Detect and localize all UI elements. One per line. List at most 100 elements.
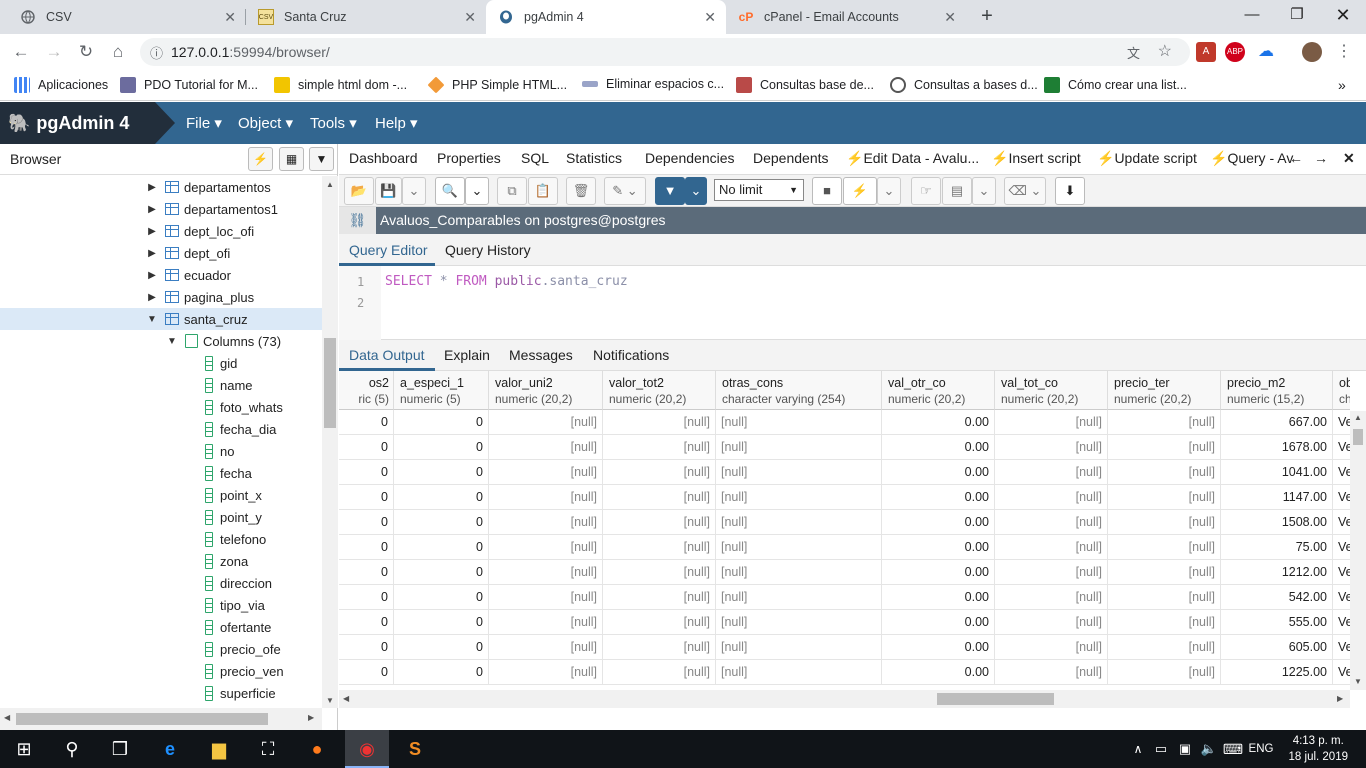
tree-node-column[interactable]: ofertante: [205, 616, 271, 638]
tree-vertical-scrollbar[interactable]: ▲ ▼: [322, 176, 338, 708]
table-cell[interactable]: [null]: [716, 535, 882, 560]
avatar[interactable]: [1302, 42, 1322, 62]
table-cell[interactable]: [null]: [603, 535, 716, 560]
table-cell[interactable]: [null]: [716, 435, 882, 460]
table-cell[interactable]: [null]: [1108, 485, 1221, 510]
close-tab-icon[interactable]: ✕: [224, 9, 236, 26]
menu-object[interactable]: Object ▾: [238, 114, 293, 132]
forward-button[interactable]: →: [43, 41, 65, 63]
query-tool-button[interactable]: ⚡: [248, 147, 273, 171]
table-cell[interactable]: Ve: [1333, 435, 1350, 460]
table-cell[interactable]: 0.00: [882, 585, 995, 610]
table-cell[interactable]: [null]: [603, 510, 716, 535]
tree-node-column[interactable]: precio_ven: [205, 660, 284, 682]
tree-node-column[interactable]: foto_whats: [205, 396, 283, 418]
tree-node-column[interactable]: fecha_dia: [205, 418, 276, 440]
tab-data-output[interactable]: Data Output: [349, 347, 425, 363]
table-cell[interactable]: 0: [394, 460, 489, 485]
close-window-button[interactable]: ✕: [1320, 0, 1366, 32]
table-cell[interactable]: [null]: [716, 510, 882, 535]
table-cell[interactable]: 0: [339, 460, 394, 485]
find-dropdown-button[interactable]: ⌄: [465, 177, 489, 205]
menu-tools[interactable]: Tools ▾: [310, 114, 357, 132]
table-cell[interactable]: Ve: [1333, 585, 1350, 610]
tree-node-column[interactable]: no: [205, 440, 234, 462]
table-cell[interactable]: 1508.00: [1221, 510, 1333, 535]
table-cell[interactable]: 0.00: [882, 485, 995, 510]
table-cell[interactable]: [null]: [716, 610, 882, 635]
table-cell[interactable]: 542.00: [1221, 585, 1333, 610]
table-cell[interactable]: [null]: [716, 660, 882, 685]
table-cell[interactable]: [null]: [995, 435, 1108, 460]
translate-icon[interactable]: 文: [1127, 43, 1140, 62]
bookmark-como-crear[interactable]: Cómo crear una list...: [1044, 77, 1187, 93]
table-cell[interactable]: [null]: [1108, 435, 1221, 460]
tree-node-column[interactable]: direccion: [205, 572, 272, 594]
table-cell[interactable]: [null]: [489, 460, 603, 485]
scroll-thumb[interactable]: [324, 338, 336, 428]
scroll-thumb[interactable]: [16, 713, 268, 725]
bookmark-simple-html-dom[interactable]: simple html dom -...: [274, 77, 407, 93]
table-cell[interactable]: [null]: [995, 560, 1108, 585]
close-tab-icon[interactable]: ✕: [704, 9, 716, 26]
keyboard-icon[interactable]: ⌨: [1219, 735, 1247, 763]
tab-dependencies[interactable]: Dependencies: [645, 150, 735, 166]
table-cell[interactable]: 75.00: [1221, 535, 1333, 560]
bookmark-star-icon[interactable]: ☆: [1158, 41, 1172, 61]
explain-analyze-button[interactable]: ▤: [942, 177, 972, 205]
table-cell[interactable]: 1225.00: [1221, 660, 1333, 685]
windows-start-icon[interactable]: ⊞: [10, 735, 38, 763]
table-cell[interactable]: 0: [339, 435, 394, 460]
save-dropdown-button[interactable]: ⌄: [402, 177, 426, 205]
table-cell[interactable]: [null]: [995, 610, 1108, 635]
table-cell[interactable]: [null]: [1108, 635, 1221, 660]
table-cell[interactable]: [null]: [603, 560, 716, 585]
browser-tab-csv[interactable]: CSV ✕: [8, 0, 246, 34]
edit-button[interactable]: ✎ ⌄: [604, 177, 646, 205]
chrome-icon[interactable]: ◉: [345, 730, 389, 768]
table-cell[interactable]: 0: [394, 410, 489, 435]
table-cell[interactable]: [null]: [716, 485, 882, 510]
table-cell[interactable]: [null]: [603, 460, 716, 485]
table-cell[interactable]: [null]: [603, 610, 716, 635]
table-cell[interactable]: 0: [394, 585, 489, 610]
tab-query[interactable]: ⚡Query - Av: [1210, 150, 1293, 167]
table-cell[interactable]: [null]: [489, 610, 603, 635]
table-cell[interactable]: [null]: [1108, 610, 1221, 635]
table-cell[interactable]: 0.00: [882, 635, 995, 660]
scroll-thumb[interactable]: [937, 693, 1054, 705]
explain-dropdown-button[interactable]: ⌄: [972, 177, 996, 205]
tree-node-columns[interactable]: ▼ Columns (73): [165, 330, 281, 352]
save-button[interactable]: 💾: [375, 177, 402, 205]
table-cell[interactable]: [null]: [489, 585, 603, 610]
task-view-icon[interactable]: ❒: [106, 735, 134, 763]
table-cell[interactable]: Ve: [1333, 510, 1350, 535]
table-cell[interactable]: [null]: [1108, 460, 1221, 485]
edge-browser-icon[interactable]: e: [156, 735, 184, 763]
tab-notifications[interactable]: Notifications: [593, 347, 669, 363]
table-cell[interactable]: 0.00: [882, 610, 995, 635]
table-cell[interactable]: [null]: [716, 460, 882, 485]
table-cell[interactable]: 1212.00: [1221, 560, 1333, 585]
bookmark-consultas-base[interactable]: Consultas base de...: [736, 77, 874, 93]
column-header[interactable]: precio_m2 numeric (15,2): [1221, 371, 1333, 410]
tree-node-column[interactable]: tipo_via: [205, 594, 265, 616]
table-cell[interactable]: 0: [339, 585, 394, 610]
table-cell[interactable]: 0: [394, 485, 489, 510]
table-cell[interactable]: [null]: [1108, 660, 1221, 685]
tree-node-column[interactable]: point_y: [205, 506, 262, 528]
column-header[interactable]: precio_ter numeric (20,2): [1108, 371, 1221, 410]
open-file-button[interactable]: 📂: [344, 177, 374, 205]
tab-dashboard[interactable]: Dashboard: [349, 150, 418, 166]
table-cell[interactable]: [null]: [489, 510, 603, 535]
tab-properties[interactable]: Properties: [437, 150, 501, 166]
tree-node-column[interactable]: gid: [205, 352, 237, 374]
table-cell[interactable]: [null]: [716, 585, 882, 610]
tab-edit-data[interactable]: ⚡Edit Data - Avalu...: [846, 150, 979, 167]
table-cell[interactable]: 0.00: [882, 435, 995, 460]
tree-node-table[interactable]: ▶ ecuador: [145, 264, 231, 286]
tab-insert-script[interactable]: ⚡Insert script: [991, 150, 1081, 167]
table-cell[interactable]: 0: [339, 410, 394, 435]
tabs-left-icon[interactable]: ←: [1289, 150, 1303, 166]
table-cell[interactable]: [null]: [489, 560, 603, 585]
